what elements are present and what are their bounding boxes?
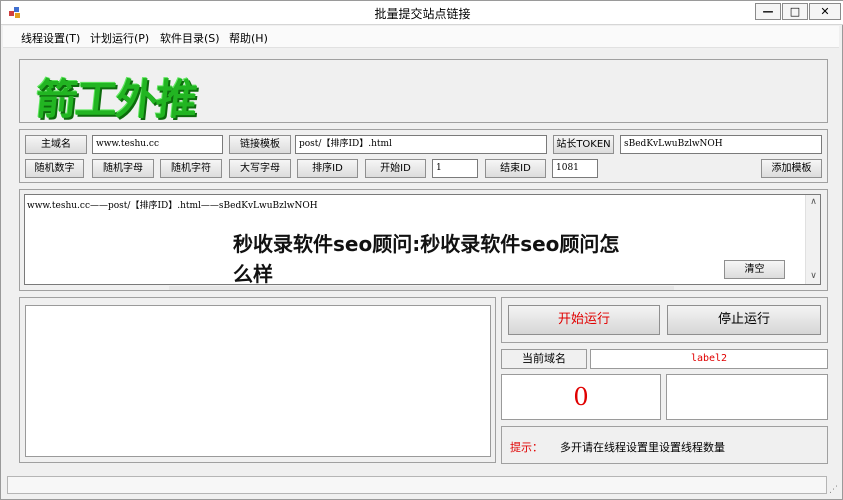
add-template-button[interactable]: 添加模板 xyxy=(761,159,822,178)
token-button[interactable]: 站长TOKEN xyxy=(553,135,614,154)
link-template-input[interactable]: post/【排序ID】.html xyxy=(295,135,547,154)
random-letters-button[interactable]: 随机字母 xyxy=(92,159,154,178)
resize-grip-icon[interactable]: ⋰ xyxy=(829,485,838,495)
scroll-down-icon[interactable]: ∨ xyxy=(806,271,821,281)
minimize-button[interactable]: — xyxy=(755,3,781,20)
logo: 箭工外推 xyxy=(33,75,199,124)
token-input[interactable]: sBedKvLwuBzlwNOH xyxy=(620,135,822,154)
menu-help[interactable]: 帮助(H) xyxy=(229,30,268,46)
status-bar xyxy=(7,476,827,494)
title-bar: 批量提交站点链接 — □ ✕ xyxy=(1,1,843,25)
hint-label: 提示： xyxy=(510,441,543,454)
random-chars-button[interactable]: 随机字符 xyxy=(160,159,222,178)
main-domain-input[interactable]: www.teshu.cc xyxy=(92,135,223,154)
start-id-button[interactable]: 开始ID xyxy=(365,159,426,178)
link-template-button[interactable]: 链接模板 xyxy=(229,135,291,154)
scroll-up-icon[interactable]: ∧ xyxy=(806,197,821,207)
divider xyxy=(169,286,674,290)
current-domain-value: label2 xyxy=(590,349,828,369)
hint-text: 多开请在线程设置里设置线程数量 xyxy=(560,441,725,454)
maximize-button[interactable]: □ xyxy=(782,3,808,20)
menu-software-catalog[interactable]: 软件目录(S) xyxy=(160,30,220,46)
article-title-overlay: 秒收录软件seo顾问:秒收录软件seo顾问怎么样 xyxy=(233,232,620,286)
stop-run-button[interactable]: 停止运行 xyxy=(667,305,821,335)
menu-bar: 线程设置(T) 计划运行(P) 软件目录(S) 帮助(H) xyxy=(3,26,839,48)
window-title: 批量提交站点链接 xyxy=(374,7,471,21)
main-window: 批量提交站点链接 — □ ✕ 线程设置(T) 计划运行(P) 软件目录(S) 帮… xyxy=(0,0,843,500)
close-button[interactable]: ✕ xyxy=(809,3,841,20)
start-id-input[interactable]: 1 xyxy=(432,159,478,178)
start-run-button[interactable]: 开始运行 xyxy=(508,305,660,335)
sort-id-button[interactable]: 排序ID xyxy=(297,159,358,178)
status-display xyxy=(666,374,828,420)
uppercase-button[interactable]: 大写字母 xyxy=(229,159,291,178)
main-domain-button[interactable]: 主域名 xyxy=(25,135,87,154)
hint-panel: 提示： 多开请在线程设置里设置线程数量 xyxy=(501,426,828,464)
logo-panel: 箭工外推 xyxy=(19,59,828,124)
end-id-button[interactable]: 结束ID xyxy=(485,159,546,178)
menu-scheduled-run[interactable]: 计划运行(P) xyxy=(90,30,149,46)
clear-button[interactable]: 清空 xyxy=(724,260,785,279)
current-domain-label: 当前域名 xyxy=(501,349,587,369)
menu-thread-settings[interactable]: 线程设置(T) xyxy=(21,30,80,46)
template-list-scrollbar[interactable]: ∧ ∨ xyxy=(805,195,820,284)
log-output[interactable] xyxy=(25,305,491,457)
template-line: www.teshu.cc——post/【排序ID】.html——sBedKvLw… xyxy=(27,201,318,211)
end-id-input[interactable]: 1081 xyxy=(552,159,598,178)
random-digits-button[interactable]: 随机数字 xyxy=(25,159,84,178)
count-display: 0 xyxy=(501,374,661,420)
